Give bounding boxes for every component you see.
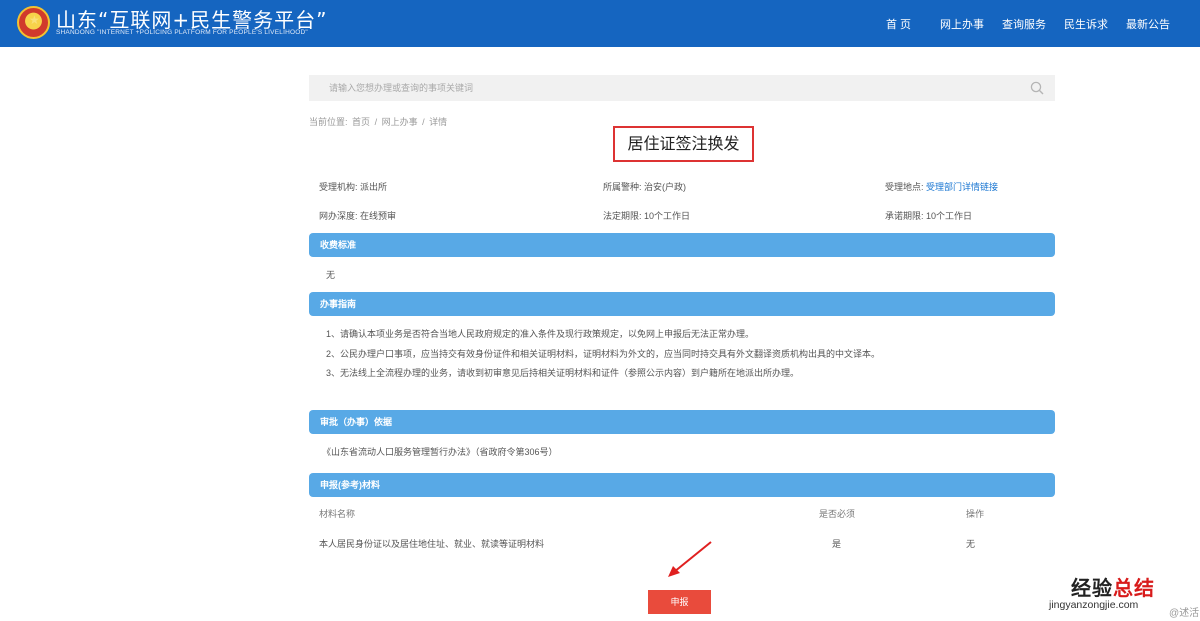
material-row-name: 本人居民身份证以及居住地住址、就业、就读等证明材料 — [319, 539, 545, 549]
top-header: ★ 山东“互联网+民生警务平台” SHANDONG "INTERNET +POL… — [0, 0, 1200, 47]
guide-item-1: 1、请确认本项业务是否符合当地人民政府规定的准入条件及现行政策规定，以免网上申报… — [326, 329, 755, 339]
promise-period-value: 10个工作日 — [926, 211, 973, 221]
breadcrumb-prefix: 当前位置: — [309, 117, 348, 127]
process-depth-label: 网办深度: — [319, 211, 358, 221]
breadcrumb-detail: 详情 — [429, 117, 448, 127]
info-legal-period: 法定期限: 10个工作日 — [603, 209, 690, 222]
fees-content: 无 — [326, 270, 336, 280]
promise-period-label: 承诺期限: — [885, 211, 924, 221]
section-basis-header: 审批（办事）依据 — [309, 410, 1055, 434]
material-row-required: 是 — [832, 539, 842, 549]
watermark-corner: @述活 — [1169, 608, 1200, 619]
nav-latest-notice[interactable]: 最新公告 — [1126, 16, 1170, 32]
section-materials-header: 申报(参考)材料 — [309, 473, 1055, 497]
search-icon[interactable] — [1030, 81, 1044, 95]
red-arrow-annotation — [668, 541, 712, 577]
breadcrumb-home[interactable]: 首页 — [352, 117, 370, 127]
search-bar — [309, 75, 1055, 101]
materials-header-required: 是否必须 — [819, 509, 856, 519]
section-fees-header: 收费标准 — [309, 233, 1055, 257]
location-link[interactable]: 受理部门详情链接 — [926, 182, 998, 192]
police-type-value: 治安(户政) — [644, 182, 687, 192]
breadcrumb: 当前位置: 首页 / 网上办事 / 详情 — [309, 115, 449, 128]
site-subtitle: SHANDONG "INTERNET +POLICING PLATFORM FO… — [56, 29, 308, 36]
watermark-main-b: 总结 — [1113, 576, 1155, 600]
agency-value: 派出所 — [360, 182, 388, 192]
info-location: 受理地点: 受理部门详情链接 — [885, 180, 998, 193]
process-depth-value: 在线预审 — [360, 211, 397, 221]
nav-query-service[interactable]: 查询服务 — [1002, 16, 1046, 32]
location-label: 受理地点: — [885, 182, 924, 192]
nav-home[interactable]: 首 页 — [886, 16, 911, 32]
materials-header-action: 操作 — [966, 509, 985, 519]
legal-period-value: 10个工作日 — [644, 211, 691, 221]
guide-item-2: 2、公民办理户口事项，应当持交有效身份证件和相关证明材料，证明材料为外文的，应当… — [326, 349, 881, 359]
material-row-action: 无 — [966, 539, 976, 549]
breadcrumb-sep: / — [422, 117, 425, 127]
info-process-depth: 网办深度: 在线预审 — [319, 209, 396, 222]
emblem-icon: ★ — [17, 6, 50, 39]
police-type-label: 所属警种: — [603, 182, 642, 192]
basis-content: 《山东省流动人口服务管理暂行办法》（省政府令第306号） — [322, 447, 558, 457]
info-promise-period: 承诺期限: 10个工作日 — [885, 209, 972, 222]
section-guide-header: 办事指南 — [309, 292, 1055, 316]
service-title: 居住证签注换发 — [613, 126, 754, 162]
watermark-main-a: 经验 — [1071, 576, 1113, 600]
nav-public-appeal[interactable]: 民生诉求 — [1064, 16, 1108, 32]
materials-header-name: 材料名称 — [319, 509, 356, 519]
agency-label: 受理机构: — [319, 182, 358, 192]
breadcrumb-online-service[interactable]: 网上办事 — [382, 117, 418, 127]
guide-item-3: 3、无法线上全流程办理的业务，请收到初审意见后持相关证明材料和证件（参照公示内容… — [326, 368, 800, 378]
watermark-url: jingyanzongjie.com — [1049, 599, 1139, 611]
main-nav: 首 页 网上办事 查询服务 民生诉求 最新公告 — [860, 16, 1190, 32]
search-input[interactable] — [309, 75, 1019, 101]
breadcrumb-sep: / — [374, 117, 378, 127]
info-police-type: 所属警种: 治安(户政) — [603, 180, 686, 193]
info-agency: 受理机构: 派出所 — [319, 180, 387, 193]
legal-period-label: 法定期限: — [603, 211, 642, 221]
nav-online-service[interactable]: 网上办事 — [940, 16, 984, 32]
apply-button[interactable]: 申报 — [648, 590, 711, 614]
watermark-logo: 经验总结 — [1071, 572, 1155, 601]
